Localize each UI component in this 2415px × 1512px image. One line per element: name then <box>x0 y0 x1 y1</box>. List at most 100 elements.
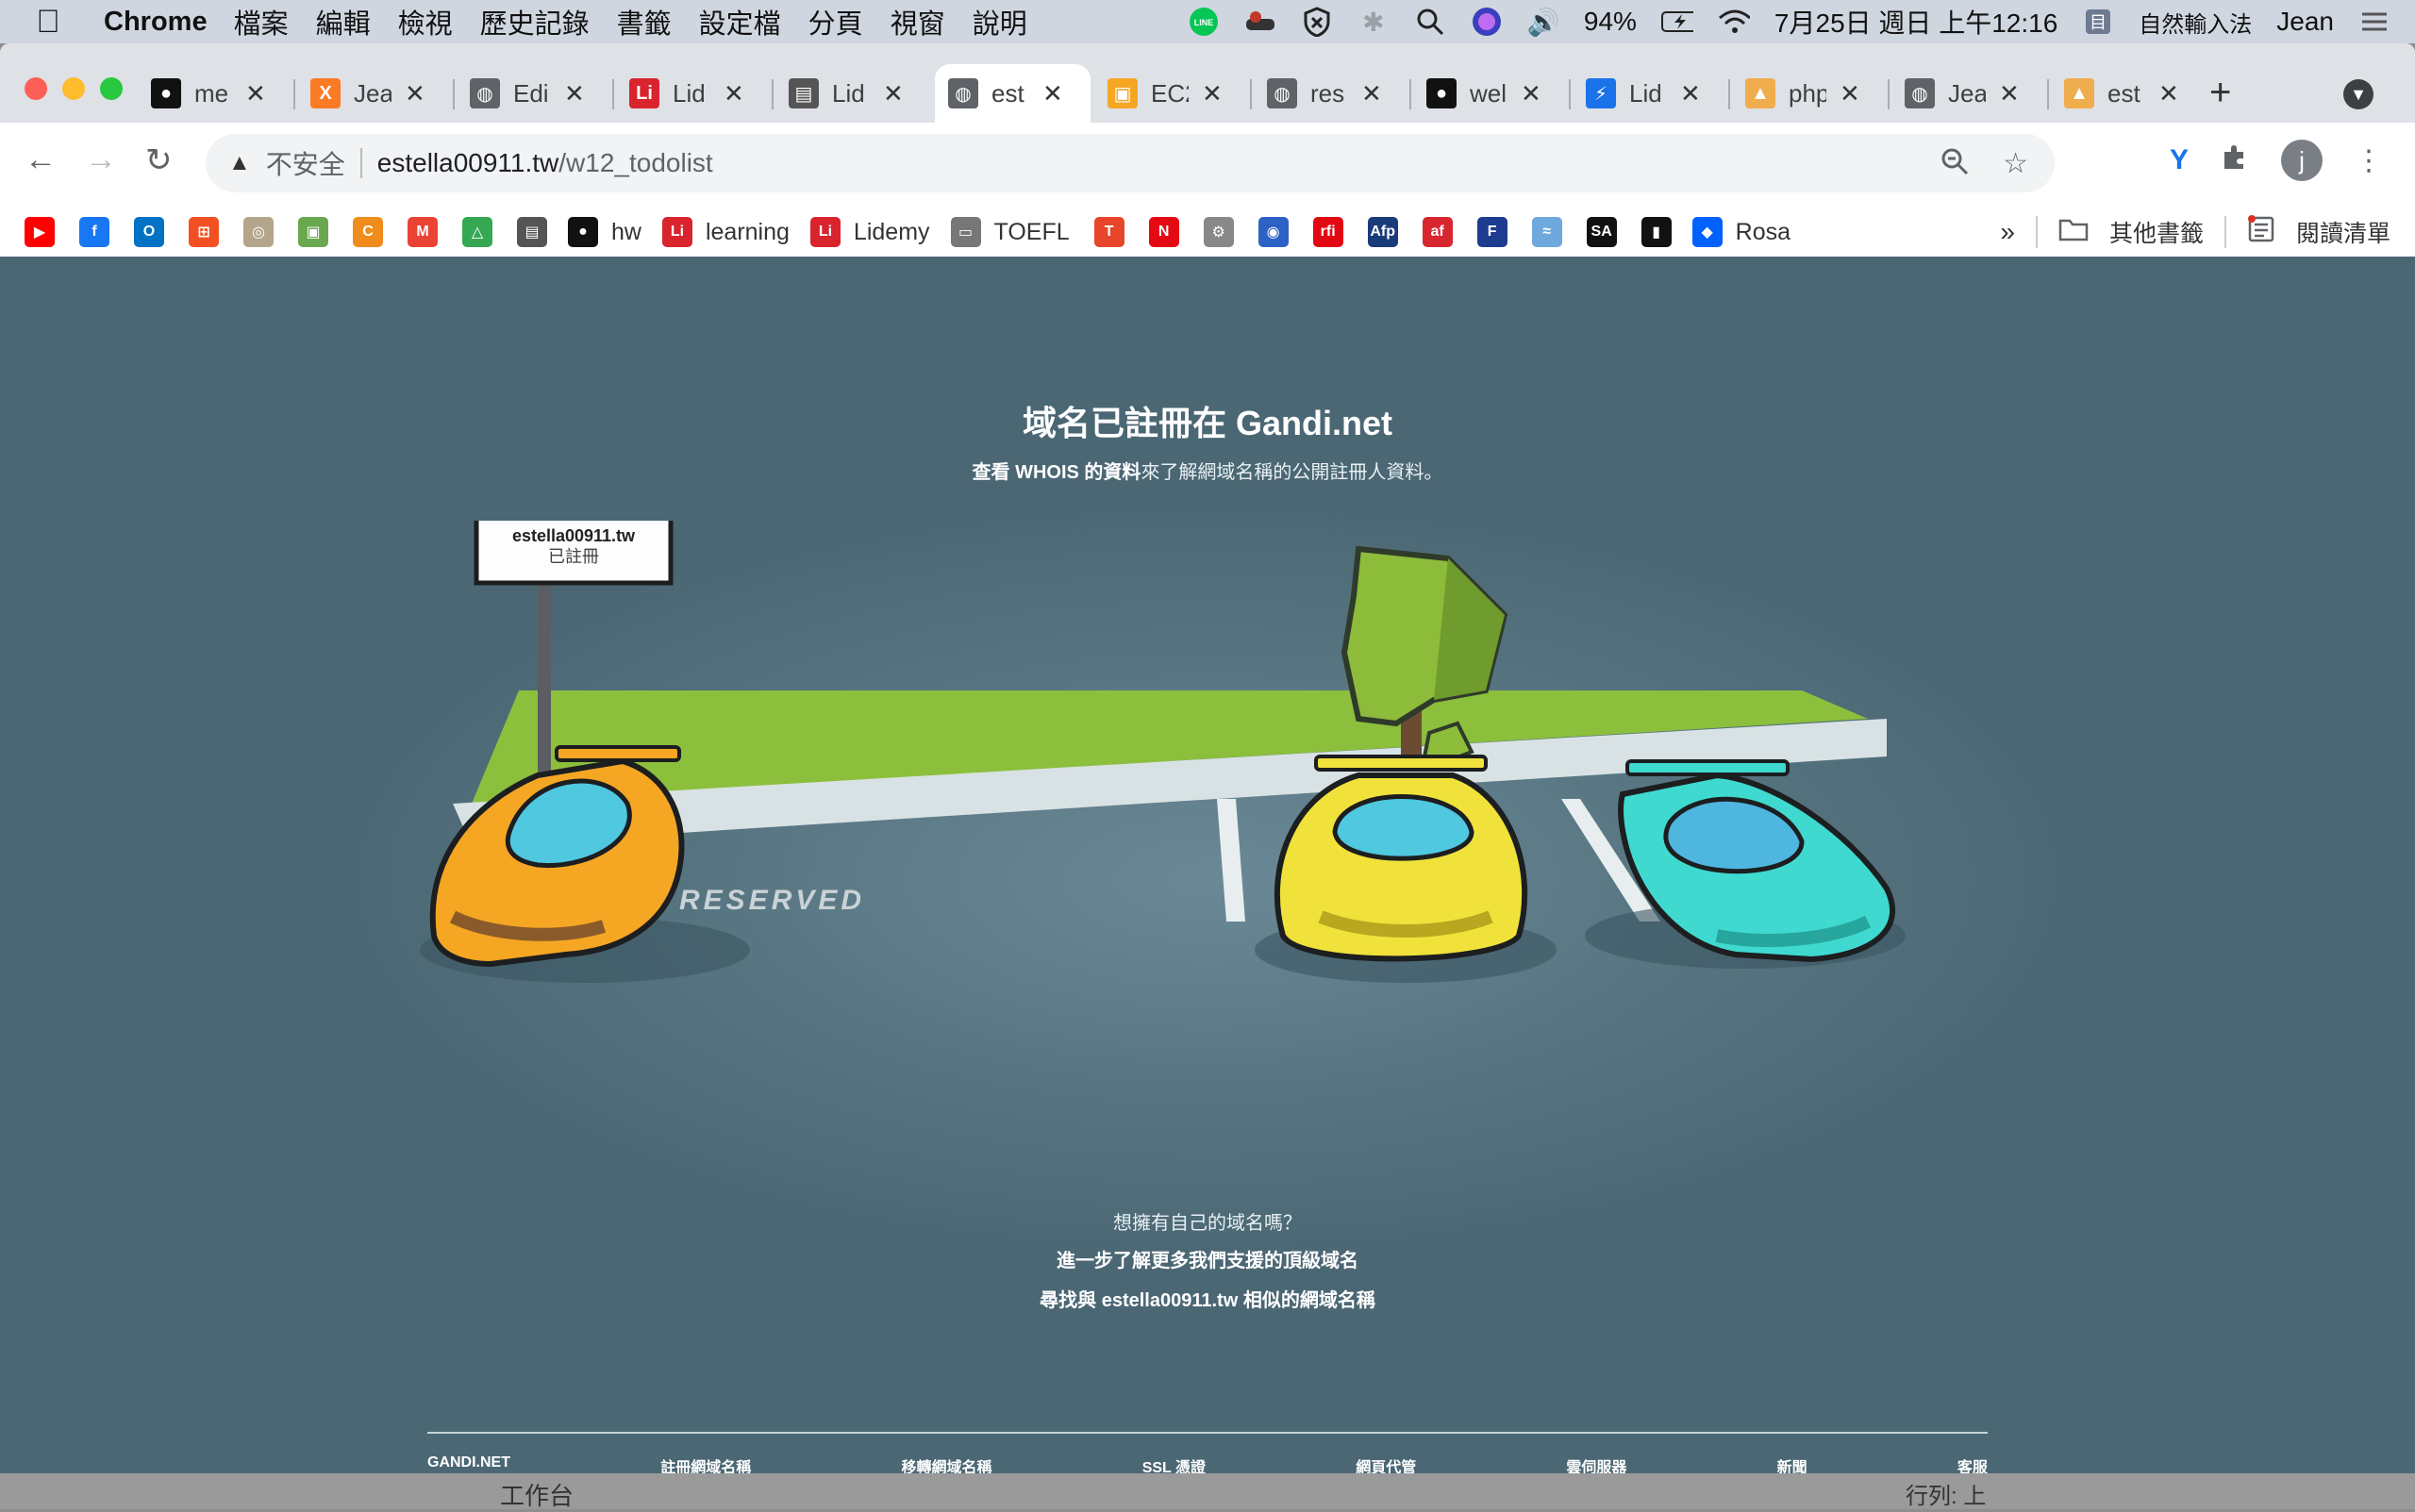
bookmark-0[interactable]: ▶ <box>25 217 55 247</box>
other-bookmarks-button[interactable]: 其他書籤 <box>2109 215 2204 249</box>
forward-button[interactable]: → <box>85 141 117 178</box>
more-bookmarks-button[interactable]: » <box>2000 217 2015 247</box>
footer-link-news[interactable]: 新聞 <box>1777 1454 1807 1473</box>
close-tab-icon[interactable]: ✕ <box>724 79 744 108</box>
clock[interactable]: 7月25日 週日 上午12:16 <box>1774 3 2057 41</box>
tab-search-button[interactable]: ▼ <box>2343 79 2373 109</box>
close-tab-icon[interactable]: ✕ <box>2158 79 2179 108</box>
bookmark-2[interactable]: O <box>134 217 164 247</box>
zoom-window-button[interactable] <box>100 77 123 100</box>
menu-profiles[interactable]: 設定檔 <box>699 2 781 42</box>
address-bar[interactable]: ▲ 不安全 estella00911.tw/w12_todolist ☆ <box>206 134 2055 192</box>
tld-link[interactable]: 進一步了解更多我們支援的頂級域名 <box>0 1245 2415 1272</box>
menu-view[interactable]: 檢視 <box>398 2 453 42</box>
user-name[interactable]: Jean <box>2276 7 2334 37</box>
close-tab-icon[interactable]: ✕ <box>1202 79 1223 108</box>
bookmark-22[interactable]: ≈ <box>1531 217 1562 247</box>
bookmark-11[interactable]: Li learning <box>661 217 790 247</box>
bookmark-19[interactable]: Afp <box>1367 217 1398 247</box>
bookmark-24[interactable]: ▮ <box>1641 217 1672 247</box>
bookmark-23[interactable]: SA <box>1586 217 1617 247</box>
url-host[interactable]: estella00911.tw <box>377 148 559 178</box>
bookmark-8[interactable]: △ <box>462 217 492 247</box>
bookmark-25[interactable]: ◆ Rosa <box>1691 217 1790 247</box>
tab-2[interactable]: ◍ Edi ✕ <box>457 64 612 123</box>
battery-charging-icon[interactable] <box>1660 6 1693 38</box>
bookmark-6[interactable]: C <box>353 217 383 247</box>
warning-icon[interactable]: ▲ <box>228 150 251 176</box>
close-tab-icon[interactable]: ✕ <box>1361 79 1382 108</box>
extension-y-icon[interactable]: Y <box>2170 144 2189 176</box>
menu-file[interactable]: 檔案 <box>234 2 289 42</box>
bookmark-5[interactable]: ▣ <box>298 217 328 247</box>
footer-link-transfer[interactable]: 移轉網域名稱 <box>901 1454 991 1473</box>
tab-5[interactable]: ◍ est ✕ <box>935 64 1091 123</box>
reading-list-button[interactable]: 閱讀清單 <box>2296 215 2390 249</box>
bookmark-star-icon[interactable]: ☆ <box>2003 147 2028 183</box>
tab-9[interactable]: ⚡ Lid ✕ <box>1573 64 1728 123</box>
bookmark-21[interactable]: F <box>1476 217 1507 247</box>
menu-window[interactable]: 視窗 <box>891 2 945 42</box>
profile-avatar[interactable]: j <box>2281 140 2323 181</box>
apple-menu-icon[interactable]:  <box>21 4 75 41</box>
bookmark-7[interactable]: M <box>408 217 438 247</box>
footer-link-ssl[interactable]: SSL 憑證 <box>1142 1454 1206 1473</box>
footer-link-gandi[interactable]: GANDI.NET <box>427 1454 510 1473</box>
bookmark-14[interactable]: T <box>1093 217 1124 247</box>
search-icon[interactable] <box>1414 6 1446 38</box>
close-tab-icon[interactable]: ✕ <box>564 79 585 108</box>
tab-12[interactable]: ▲ est ✕ <box>2051 64 2207 123</box>
tab-3[interactable]: Li Lid ✕ <box>616 64 772 123</box>
tab-10[interactable]: ▲ php ✕ <box>1732 64 1888 123</box>
tab-4[interactable]: ▤ Lid ✕ <box>775 64 931 123</box>
bluetooth-icon[interactable]: ✱ <box>1357 6 1390 38</box>
bookmark-3[interactable]: ⊞ <box>189 217 219 247</box>
siri-icon[interactable] <box>1471 6 1503 38</box>
footer-link-register[interactable]: 註冊網域名稱 <box>660 1454 751 1473</box>
bookmark-1[interactable]: f <box>79 217 109 247</box>
menu-bookmarks[interactable]: 書籤 <box>617 2 672 42</box>
bookmark-16[interactable]: ⚙ <box>1203 217 1234 247</box>
chrome-menu-icon[interactable]: ⋮ <box>2355 144 2383 177</box>
game-app-icon[interactable] <box>1244 6 1276 38</box>
menu-help[interactable]: 說明 <box>973 2 1027 42</box>
close-window-button[interactable] <box>25 77 47 100</box>
bookmark-4[interactable]: ◎ <box>243 217 274 247</box>
whois-link[interactable]: 查看 WHOIS 的資料 <box>973 462 1141 483</box>
security-label[interactable]: 不安全 <box>266 144 345 182</box>
menu-history[interactable]: 歷史記錄 <box>480 2 590 42</box>
tab-11[interactable]: ◍ Jea ✕ <box>1891 64 2047 123</box>
similar-domain-link[interactable]: 尋找與 estella00911.tw 相似的網域名稱 <box>0 1285 2415 1312</box>
close-tab-icon[interactable]: ✕ <box>1680 79 1701 108</box>
close-tab-icon[interactable]: ✕ <box>1840 79 1860 108</box>
volume-icon[interactable]: 🔊 <box>1526 6 1559 38</box>
minimize-window-button[interactable] <box>62 77 85 100</box>
tab-6[interactable]: ▣ EC2 ✕ <box>1094 64 1250 123</box>
input-method-icon[interactable]: 目 <box>2082 6 2114 38</box>
line-icon[interactable]: LINE <box>1188 6 1220 38</box>
menu-tab[interactable]: 分頁 <box>808 2 863 42</box>
app-menu[interactable]: Chrome <box>104 7 208 38</box>
tab-8[interactable]: ● wel ✕ <box>1413 64 1569 123</box>
tab-0[interactable]: ● me ✕ <box>138 64 293 123</box>
url-path[interactable]: /w12_todolist <box>558 148 712 178</box>
bookmark-20[interactable]: af <box>1422 217 1453 247</box>
shield-icon[interactable] <box>1301 6 1333 38</box>
close-tab-icon[interactable]: ✕ <box>405 79 425 108</box>
footer-link-support[interactable]: 客服 <box>1957 1454 1988 1473</box>
reload-button[interactable]: ↻ <box>145 141 173 179</box>
zoom-icon[interactable] <box>1940 147 1969 183</box>
bookmark-13[interactable]: ▭ TOEFL <box>950 217 1070 247</box>
wifi-icon[interactable] <box>1718 6 1750 38</box>
bookmark-18[interactable]: rfi <box>1312 217 1343 247</box>
bookmark-9[interactable]: ▤ <box>517 217 547 247</box>
tab-1[interactable]: X Jea ✕ <box>297 64 453 123</box>
footer-link-cloud[interactable]: 雲伺服器 <box>1566 1454 1626 1473</box>
bookmark-15[interactable]: N <box>1148 217 1179 247</box>
bookmark-17[interactable]: ◉ <box>1257 217 1289 247</box>
new-tab-button[interactable]: + <box>2209 72 2231 114</box>
bookmark-12[interactable]: Li Lidemy <box>809 217 930 247</box>
back-button[interactable]: ← <box>25 141 57 178</box>
input-method-label[interactable]: 自然輸入法 <box>2139 6 2252 39</box>
close-tab-icon[interactable]: ✕ <box>1999 79 2020 108</box>
